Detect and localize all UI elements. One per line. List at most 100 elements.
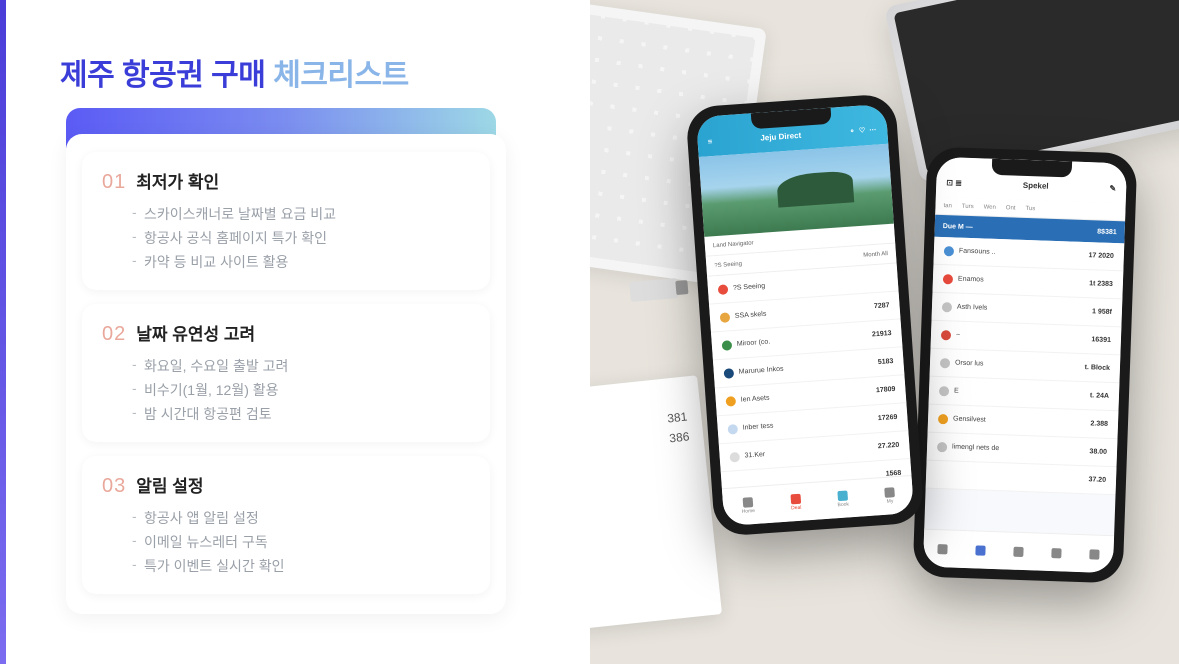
nav-book: Book [837,490,850,508]
phone-mockup-2: ⊡ ≣ Spekel ✎ tan Turs Wen Ont Tus Due M … [913,146,1138,583]
tab-day: Tus [1025,205,1035,211]
airline-name: SSA skels [735,311,767,320]
airline-icon [729,451,740,462]
notepad-line: 381 [666,407,688,429]
item-header: 03 알림 설정 [102,472,470,498]
checklist-body: 01 최저가 확인 스카이스캐너로 날짜별 요금 비교 항공사 공식 홈페이지 … [66,134,506,614]
sub-line: 이메일 뉴스레터 구독 [144,532,470,552]
airline-price: 17 2020 [1088,252,1114,260]
airline-price: 1t 2383 [1089,280,1113,288]
book-icon [837,490,848,501]
item-title-2: 날짜 유연성 고려 [136,320,255,345]
airline-price: 1 958f [1092,308,1112,316]
item-subs: 스카이스캐너로 날짜별 요금 비교 항공사 공식 홈페이지 특가 확인 카약 등… [102,204,470,272]
sub-line: 화요일, 수요일 출발 고려 [144,356,470,376]
row-left: Enamos [943,274,984,285]
airline-price: 5183 [878,358,894,366]
airline-icon [718,284,729,295]
tab-right: Month All [863,251,888,259]
sub-line: 특가 이벤트 실시간 확인 [144,556,470,576]
airline-name: Asth Ivels [957,304,988,312]
app-title-2: Spekel [1023,180,1049,190]
row-left: Inber tess [727,421,773,434]
airline-price: t. 24A [1090,392,1109,400]
tab-day: tan [943,203,952,209]
title-part-1: 제주 항공권 구매 [60,59,273,92]
nav-item [1089,549,1099,559]
item-subs: 화요일, 수요일 출발 고려 비수기(1월, 12월) 활용 밤 시간대 항공편… [102,356,470,424]
airline-name: Marurue Inkos [739,366,784,376]
airline-list: ?S Seeing SSA skels 7287 Miroor (co. 21913 Ma… [707,263,912,500]
section-label: Land Navigator [713,240,754,249]
check-item-2: 02 날짜 유연성 고려 화요일, 수요일 출발 고려 비수기(1월, 12월)… [82,304,490,442]
scenic-image [699,144,894,237]
item-title-3: 알림 설정 [136,472,203,497]
header-action-icons: ⚬ ♡ ⋯ [849,126,878,136]
airline-name: Gensilvest [953,416,986,424]
airline-name: Ien Asets [741,395,770,404]
checklist-container: 01 최저가 확인 스카이스캐너로 날짜별 요금 비교 항공사 공식 홈페이지 … [60,134,550,614]
row-left: Asth Ivels [942,302,988,314]
nav-icon [1051,548,1061,558]
row-left: limengl nets de [937,441,999,453]
airline-price: 2.388 [1090,420,1108,428]
usb-decoration [629,278,679,302]
airline-icon [720,312,731,323]
nav-my: My [884,487,895,505]
airline-name: ~ [956,332,960,339]
airline-price: 21913 [872,330,892,338]
row-left: 31.Ker [729,450,765,462]
sidebar-accent [0,0,6,664]
phone-bottom-nav [923,529,1114,574]
airline-price: 37.20 [1088,476,1106,484]
row-left: Miroor (co. [722,337,771,350]
page-content: 제주 항공권 구매 체크리스트 01 최저가 확인 스카이스캐너로 날짜별 요금… [0,0,1179,664]
item-header: 01 최저가 확인 [102,168,470,194]
item-number-2: 02 [102,323,126,346]
airline-price: 16391 [1091,336,1111,344]
airline-icon [940,358,950,368]
nav-icon [937,544,947,554]
nav-item [937,544,947,554]
item-subs: 항공사 앱 알림 설정 이메일 뉴스레터 구독 특가 이벤트 실시간 확인 [102,508,470,576]
item-header: 02 날짜 유연성 고려 [102,320,470,346]
airline-name: ?S Seeing [733,283,766,292]
right-panel-illustration: 381 386 ≡ Jeju Direct ⚬ ♡ ⋯ Land Navigat… [590,0,1179,664]
airline-price: 17809 [876,386,896,394]
page-title: 제주 항공권 구매 체크리스트 [60,50,550,94]
list-row: 37.20 [926,461,1117,496]
sub-line: 밤 시간대 항공편 검토 [144,404,470,424]
airline-icon [724,368,735,379]
airline-icon [937,441,947,451]
summary-right: 8$381 [1097,228,1117,236]
tab-day: Ont [1006,205,1016,211]
phone-mockup-1: ≡ Jeju Direct ⚬ ♡ ⋯ Land Navigator ?S Se… [685,93,924,537]
nav-deal: Deal [790,494,801,512]
deal-icon [790,494,801,505]
airline-icon [942,302,952,312]
tab-day: Turs [962,203,974,209]
sub-line: 항공사 앱 알림 설정 [144,508,470,528]
airline-name: Inber tess [742,422,773,431]
menu-icon: ≡ [707,137,712,146]
airline-name: Orsor lus [955,360,984,368]
item-number-1: 01 [102,171,126,194]
row-left: Ien Asets [725,393,769,406]
row-left: Fansouns .. [944,246,996,258]
row-left: Orsor lus [940,358,984,370]
row-left: E [939,386,959,397]
check-item-1: 01 최저가 확인 스카이스캐너로 날짜별 요금 비교 항공사 공식 홈페이지 … [82,152,490,290]
phone-screen: ⊡ ≣ Spekel ✎ tan Turs Wen Ont Tus Due M … [923,157,1127,573]
nav-icon [1013,546,1023,556]
item-title-1: 최저가 확인 [136,168,219,193]
row-left: Marurue Inkos [724,364,784,378]
notepad-decoration: 381 386 [590,375,722,633]
check-item-3: 03 알림 설정 항공사 앱 알림 설정 이메일 뉴스레터 구독 특가 이벤트 … [82,456,490,594]
title-part-2: 체크리스트 [273,59,409,92]
airline-price: 7287 [874,302,890,310]
row-left: Gensilvest [938,414,986,426]
airline-icon [722,340,733,351]
nav-icon [975,545,985,555]
airline-name: limengl nets de [952,444,999,453]
airline-icon [727,423,738,434]
